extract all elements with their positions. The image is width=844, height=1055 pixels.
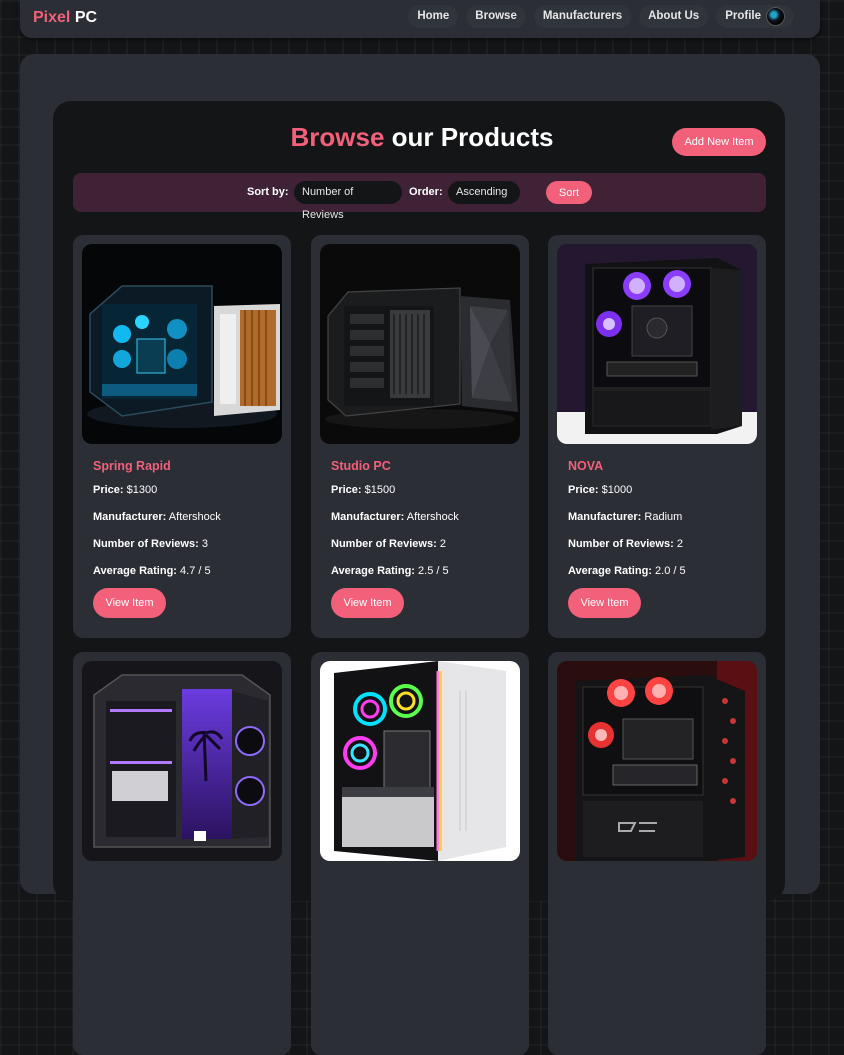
- manufacturer-label: Manufacturer:: [331, 511, 405, 523]
- top-navbar: Pixel PC Home Browse Manufacturers About…: [20, 0, 820, 38]
- rating-label: Average Rating:: [331, 565, 415, 577]
- rating-label: Average Rating:: [568, 565, 652, 577]
- price-label: Price:: [568, 484, 599, 496]
- product-image[interactable]: [320, 244, 520, 444]
- product-reviews: Number of Reviews: 2: [331, 538, 446, 550]
- product-name: Studio PC: [331, 459, 391, 473]
- sort-by-label: Sort by:: [247, 186, 289, 198]
- reviews-label: Number of Reviews:: [568, 538, 674, 550]
- product-image[interactable]: [557, 661, 757, 861]
- product-card: [73, 652, 291, 1055]
- rating-value: 4.7 / 5: [180, 565, 211, 577]
- title-rest: our Products: [391, 122, 554, 152]
- nav-links: Home Browse Manufacturers About Us Profi…: [408, 5, 794, 28]
- product-card: Spring Rapid Price: $1300 Manufacturer: …: [73, 235, 291, 638]
- price-label: Price:: [93, 484, 124, 496]
- view-item-button[interactable]: View Item: [93, 588, 166, 618]
- brand-first: Pixel: [33, 9, 71, 26]
- reviews-value: 2: [676, 538, 683, 550]
- product-name: Spring Rapid: [93, 459, 171, 473]
- nav-about-us[interactable]: About Us: [639, 5, 709, 28]
- nav-home[interactable]: Home: [408, 5, 459, 28]
- product-card: [548, 652, 766, 1055]
- nav-browse[interactable]: Browse: [466, 5, 526, 28]
- rating-value: 2.5 / 5: [418, 565, 449, 577]
- product-price: Price: $1300: [93, 484, 157, 496]
- product-rating: Average Rating: 2.0 / 5: [568, 565, 686, 577]
- title-highlight: Browse: [290, 122, 385, 152]
- reviews-label: Number of Reviews:: [93, 538, 199, 550]
- add-new-item-button[interactable]: Add New Item: [672, 128, 766, 156]
- product-rating: Average Rating: 2.5 / 5: [331, 565, 449, 577]
- manufacturer-label: Manufacturer:: [93, 511, 167, 523]
- view-item-button[interactable]: View Item: [331, 588, 404, 618]
- order-select[interactable]: Ascending: [448, 181, 520, 204]
- manufacturer-value: Aftershock: [168, 511, 221, 523]
- sort-bar: Sort by: Number of Reviews Order: Ascend…: [73, 173, 766, 221]
- nav-manufacturers[interactable]: Manufacturers: [533, 5, 632, 28]
- price-value: $1000: [601, 484, 633, 496]
- reviews-label: Number of Reviews:: [331, 538, 437, 550]
- product-image[interactable]: [320, 661, 520, 861]
- product-reviews: Number of Reviews: 2: [568, 538, 683, 550]
- avatar: [766, 7, 785, 26]
- product-card: NOVA Price: $1000 Manufacturer: Radium N…: [548, 235, 766, 638]
- product-name: NOVA: [568, 459, 604, 473]
- reviews-value: 2: [439, 538, 446, 550]
- manufacturer-label: Manufacturer:: [568, 511, 642, 523]
- profile-label: Profile: [725, 10, 761, 22]
- price-label: Price:: [331, 484, 362, 496]
- product-price: Price: $1000: [568, 484, 632, 496]
- product-image[interactable]: [82, 244, 282, 444]
- manufacturer-value: Radium: [644, 511, 683, 523]
- rating-label: Average Rating:: [93, 565, 177, 577]
- product-manufacturer: Manufacturer: Radium: [568, 511, 682, 523]
- rating-value: 2.0 / 5: [655, 565, 686, 577]
- product-image[interactable]: [557, 244, 757, 444]
- nav-profile[interactable]: Profile: [716, 5, 794, 28]
- order-label: Order:: [409, 186, 443, 198]
- product-rating: Average Rating: 4.7 / 5: [93, 565, 211, 577]
- product-card: Studio PC Price: $1500 Manufacturer: Aft…: [311, 235, 529, 638]
- price-value: $1500: [364, 484, 396, 496]
- price-value: $1300: [126, 484, 158, 496]
- product-manufacturer: Manufacturer: Aftershock: [331, 511, 459, 523]
- product-card: [311, 652, 529, 1055]
- product-reviews: Number of Reviews: 3: [93, 538, 208, 550]
- view-item-button[interactable]: View Item: [568, 588, 641, 618]
- product-image[interactable]: [82, 661, 282, 861]
- brand-second: PC: [74, 9, 98, 26]
- reviews-value: 3: [201, 538, 208, 550]
- product-price: Price: $1500: [331, 484, 395, 496]
- sort-by-select[interactable]: Number of Reviews: [294, 181, 402, 221]
- site-logo[interactable]: Pixel PC: [33, 9, 97, 27]
- product-manufacturer: Manufacturer: Aftershock: [93, 511, 221, 523]
- sort-button[interactable]: Sort: [546, 181, 592, 204]
- manufacturer-value: Aftershock: [406, 511, 459, 523]
